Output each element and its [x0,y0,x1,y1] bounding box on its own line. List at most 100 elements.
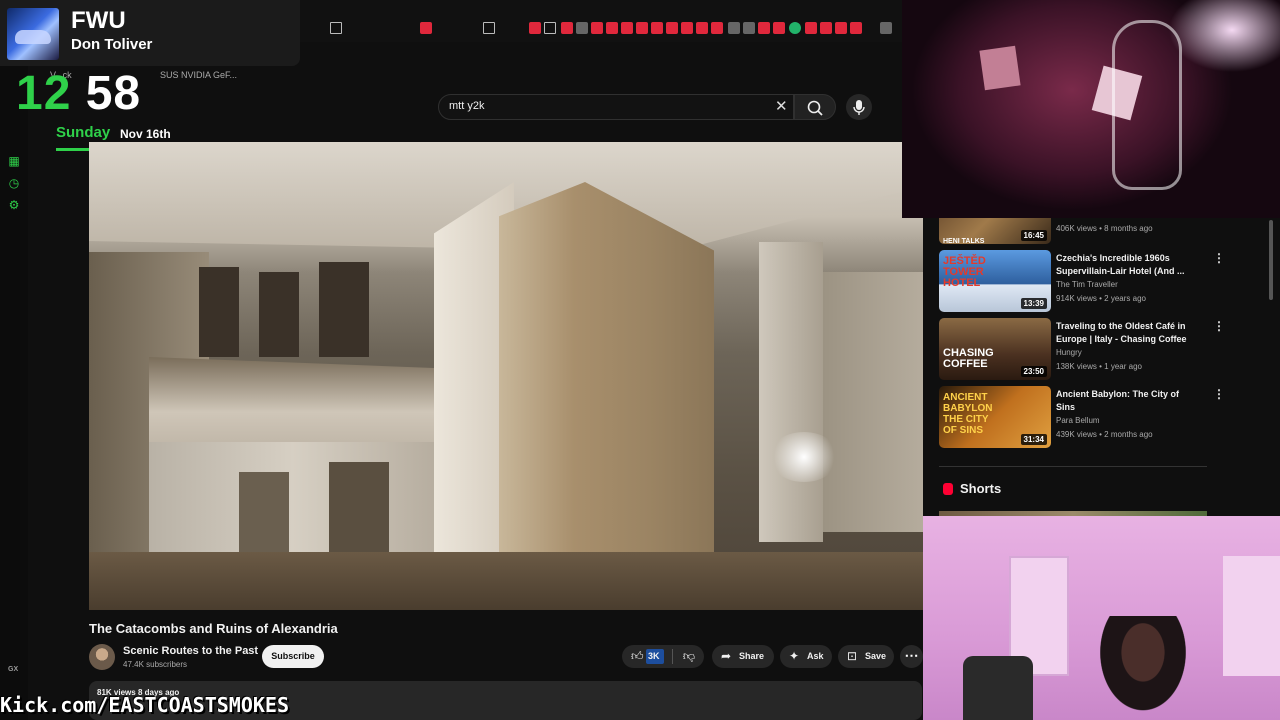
ask-button[interactable]: ✦ Ask [780,645,832,668]
tab-icon[interactable] [330,22,342,34]
tab-icon-youtube[interactable] [420,22,432,34]
video-meta: 914K views • 2 years ago [1056,294,1146,303]
list-item[interactable]: CHASING COFFEE 23:50 Traveling to the Ol… [939,318,1279,380]
tab-icon-youtube[interactable] [820,22,832,34]
thumbs-down-icon: 👎︎ [682,649,696,663]
video-thumbnail[interactable]: HENI TALKS 16:45 [939,218,1051,244]
dislike-button[interactable]: 👎︎ [674,645,704,668]
search-button[interactable] [794,94,836,120]
kebab-menu-icon[interactable]: ⋮ [1213,252,1225,264]
shorts-icon [943,483,953,495]
clock-hour: 12 [16,67,72,120]
search-icon [807,100,823,116]
tab-icon-youtube[interactable] [696,22,708,34]
list-item[interactable]: JEŠTĚD TOWER HOTEL 13:39 Czechia's Incre… [939,250,1279,312]
history-icon[interactable]: ◷ [7,176,21,190]
video-title[interactable]: Traveling to the Oldest Café in Europe |… [1056,320,1196,346]
webcam-object [1223,556,1280,676]
video-duration: 23:50 [1020,366,1047,377]
tab-icon-youtube[interactable] [651,22,663,34]
video-meta: 406K views • 8 months ago [1056,224,1153,233]
song-title: FWU [71,7,126,34]
ask-label: Ask [807,651,824,661]
video-title: The Catacombs and Ruins of Alexandria [89,621,338,636]
tab-icon[interactable] [544,22,556,34]
tab-icon[interactable] [728,22,740,34]
tab-icon-youtube[interactable] [805,22,817,34]
video-frame-region [199,267,239,357]
share-button[interactable]: ➦ Share [712,645,774,668]
channel-name[interactable]: Para Bellum [1056,416,1100,425]
thumbnail-text: HENI TALKS [943,238,985,244]
share-label: Share [739,651,765,661]
video-frame-region [769,432,839,482]
tab-icon-youtube[interactable] [681,22,693,34]
stream-overlay-text: Kick.com/EASTCOASTSMOKES [0,693,289,717]
tab-icon-youtube[interactable] [711,22,723,34]
like-button[interactable]: 👍︎ 3K [622,645,668,668]
kebab-menu-icon[interactable]: ⋮ [1213,388,1225,400]
divider [672,649,673,664]
video-thumbnail[interactable]: JEŠTĚD TOWER HOTEL 13:39 [939,250,1051,312]
channel-name[interactable]: Hungry [1056,348,1082,357]
search-input[interactable] [449,100,749,112]
thumbnail-text: CHASING COFFEE [943,347,994,370]
tab-icon-youtube[interactable] [621,22,633,34]
tab-icon-youtube[interactable] [591,22,603,34]
tab-icon-youtube[interactable] [835,22,847,34]
video-title[interactable]: Czechia's Incredible 1960s Supervillain-… [1056,252,1196,278]
video-frame-region [259,272,299,357]
tab-icon-youtube[interactable] [850,22,862,34]
grid-icon[interactable]: ▦ [7,154,21,168]
sparkle-icon: ✦ [789,649,800,663]
shorts-heading: Shorts [960,481,1002,496]
video-player[interactable] [89,142,923,610]
subscriber-count: 47.4K subscribers [123,660,188,669]
tab-icon-youtube[interactable] [636,22,648,34]
channel-name[interactable]: The Tim Traveller [1056,280,1118,289]
webcam-object [979,45,1021,91]
video-frame-region [759,242,823,542]
settings-icon[interactable]: ⚙ [7,198,21,212]
tab-icon[interactable] [880,22,892,34]
scrollbar[interactable] [1269,220,1273,300]
list-item[interactable]: HENI TALKS 16:45 406K views • 8 months a… [939,218,1279,244]
gx-label: GX [8,666,19,673]
video-title[interactable]: Ancient Babylon: The City of Sins [1056,388,1196,414]
clock-widget: 12 58 Sunday Nov 16th [0,66,180,152]
video-thumbnail[interactable]: ANCIENT BABYLON THE CITY OF SINS 31:34 [939,386,1051,448]
tab-icon[interactable] [483,22,495,34]
tab-icon-youtube[interactable] [561,22,573,34]
like-dislike-group: 👍︎ 3K 👎︎ [622,645,704,668]
voice-search-button[interactable] [846,94,872,120]
recommendations-panel: HENI TALKS 16:45 406K views • 8 months a… [923,218,1280,516]
tab-icon[interactable] [576,22,588,34]
tab-icon-youtube[interactable] [758,22,770,34]
webcam-desk-view [902,0,1280,218]
close-icon[interactable]: ✕ [775,99,788,115]
tab-icon-youtube[interactable] [666,22,678,34]
thumbnail-text: ANCIENT BABYLON THE CITY OF SINS [943,392,993,436]
avatar[interactable] [89,644,115,670]
video-duration: 31:34 [1020,434,1047,445]
webcam-person [1093,616,1193,720]
clock-minutes: 58 [85,67,142,120]
kebab-menu-icon[interactable]: ⋮ [1213,320,1225,332]
video-frame-region [499,182,714,610]
bookmark-icon: ⊡ [847,649,858,663]
subscribe-button[interactable]: Subscribe [262,645,324,668]
video-thumbnail[interactable]: CHASING COFFEE 23:50 [939,318,1051,380]
tab-icon[interactable] [789,22,801,34]
video-frame-region [319,262,369,357]
tab-icon-youtube[interactable] [529,22,541,34]
channel-name[interactable]: Scenic Routes to the Past [123,645,258,657]
tab-icon-youtube[interactable] [606,22,618,34]
video-meta: 439K views • 2 months ago [1056,430,1153,439]
like-count: 3K [648,651,660,661]
tab-icon-youtube[interactable] [773,22,785,34]
video-meta: 138K views • 1 year ago [1056,362,1142,371]
list-item[interactable]: ANCIENT BABYLON THE CITY OF SINS 31:34 A… [939,386,1279,448]
more-options-icon[interactable]: ⋯ [900,645,923,668]
save-button[interactable]: ⊡ Save [838,645,894,668]
tab-icon[interactable] [743,22,755,34]
